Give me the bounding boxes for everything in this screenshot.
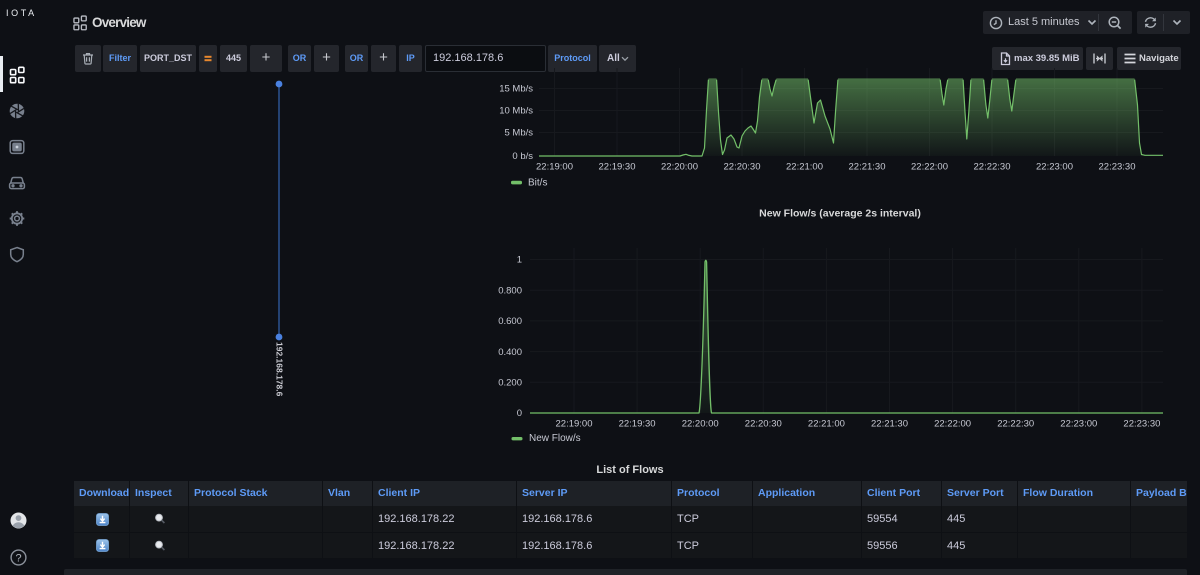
svg-text:New Flow/s: New Flow/s <box>529 433 581 444</box>
svg-text:0.800: 0.800 <box>498 285 522 296</box>
svg-text:22:19:00: 22:19:00 <box>556 419 593 430</box>
svg-text:22:22:00: 22:22:00 <box>911 162 948 173</box>
svg-text:0.200: 0.200 <box>498 378 522 389</box>
svg-text:22:19:30: 22:19:30 <box>599 162 636 173</box>
svg-text:0.600: 0.600 <box>498 316 522 327</box>
svg-text:22:23:30: 22:23:30 <box>1123 419 1160 430</box>
svg-text:22:21:30: 22:21:30 <box>849 162 886 173</box>
svg-text:22:20:30: 22:20:30 <box>745 419 782 430</box>
svg-text:0: 0 <box>517 408 522 419</box>
svg-text:22:23:00: 22:23:00 <box>1036 162 1073 173</box>
svg-text:1: 1 <box>517 255 522 266</box>
svg-text:0 b/s: 0 b/s <box>512 151 533 162</box>
svg-text:0.400: 0.400 <box>498 347 522 358</box>
svg-text:22:23:00: 22:23:00 <box>1060 419 1097 430</box>
svg-text:22:22:30: 22:22:30 <box>974 162 1011 173</box>
svg-text:22:20:00: 22:20:00 <box>661 162 698 173</box>
svg-text:22:21:00: 22:21:00 <box>808 419 845 430</box>
svg-text:Bit/s: Bit/s <box>528 178 547 189</box>
svg-text:22:22:00: 22:22:00 <box>934 419 971 430</box>
svg-text:22:21:00: 22:21:00 <box>786 162 823 173</box>
svg-text:10 Mb/s: 10 Mb/s <box>499 106 533 117</box>
svg-text:New Flow/s (average 2s interva: New Flow/s (average 2s interval) <box>759 208 921 220</box>
svg-text:22:22:30: 22:22:30 <box>997 419 1034 430</box>
svg-text:22:20:00: 22:20:00 <box>682 419 719 430</box>
svg-text:192.168.178.6: 192.168.178.6 <box>275 342 285 397</box>
svg-text:5 Mb/s: 5 Mb/s <box>504 128 533 139</box>
svg-text:22:20:30: 22:20:30 <box>724 162 761 173</box>
svg-text:22:21:30: 22:21:30 <box>871 419 908 430</box>
svg-text:22:19:00: 22:19:00 <box>536 162 573 173</box>
svg-text:22:23:30: 22:23:30 <box>1099 162 1136 173</box>
svg-text:22:19:30: 22:19:30 <box>619 419 656 430</box>
svg-text:15 Mb/s: 15 Mb/s <box>499 84 533 95</box>
